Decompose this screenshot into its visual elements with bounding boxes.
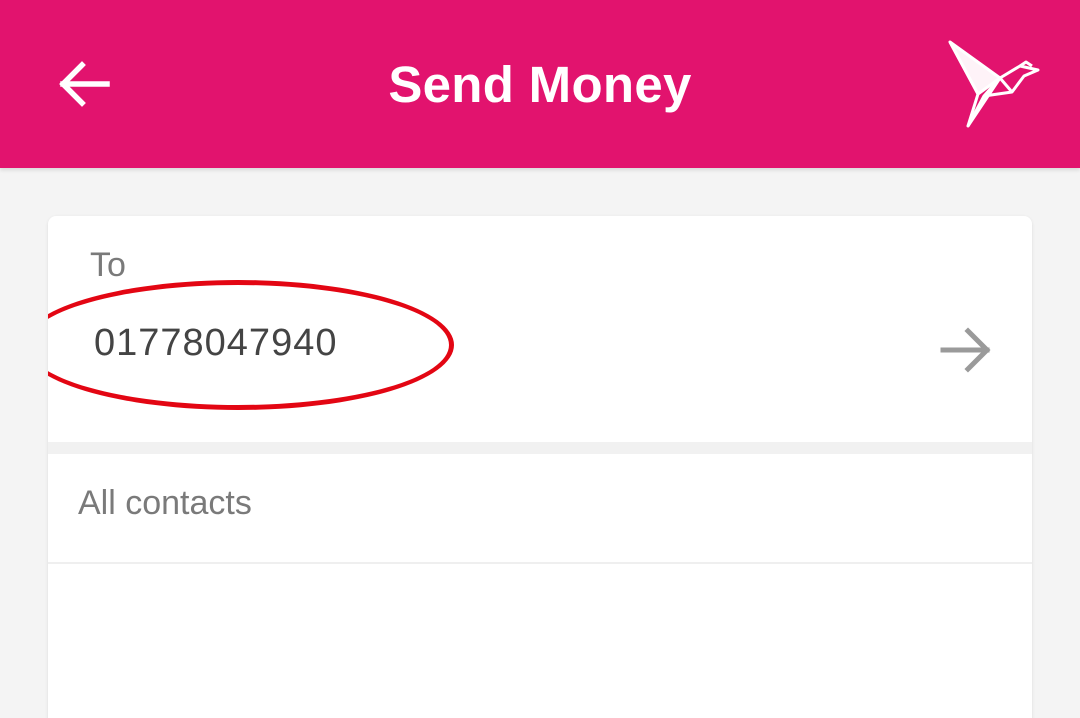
page-title: Send Money <box>388 55 692 113</box>
all-contacts-heading: All contacts <box>78 484 252 522</box>
app-bar: Send Money <box>0 0 1080 168</box>
section-separator <box>48 442 1032 454</box>
send-money-card: To 01778047940 All contacts <box>48 216 1032 718</box>
origami-bird-logo <box>948 40 1040 128</box>
back-button[interactable] <box>46 46 122 122</box>
arrow-right-icon <box>940 327 991 373</box>
arrow-left-icon <box>59 61 110 107</box>
recipient-number-field[interactable]: 01778047940 <box>94 322 337 365</box>
divider <box>48 562 1032 564</box>
proceed-button[interactable] <box>928 312 1004 388</box>
to-label: To <box>90 246 126 284</box>
